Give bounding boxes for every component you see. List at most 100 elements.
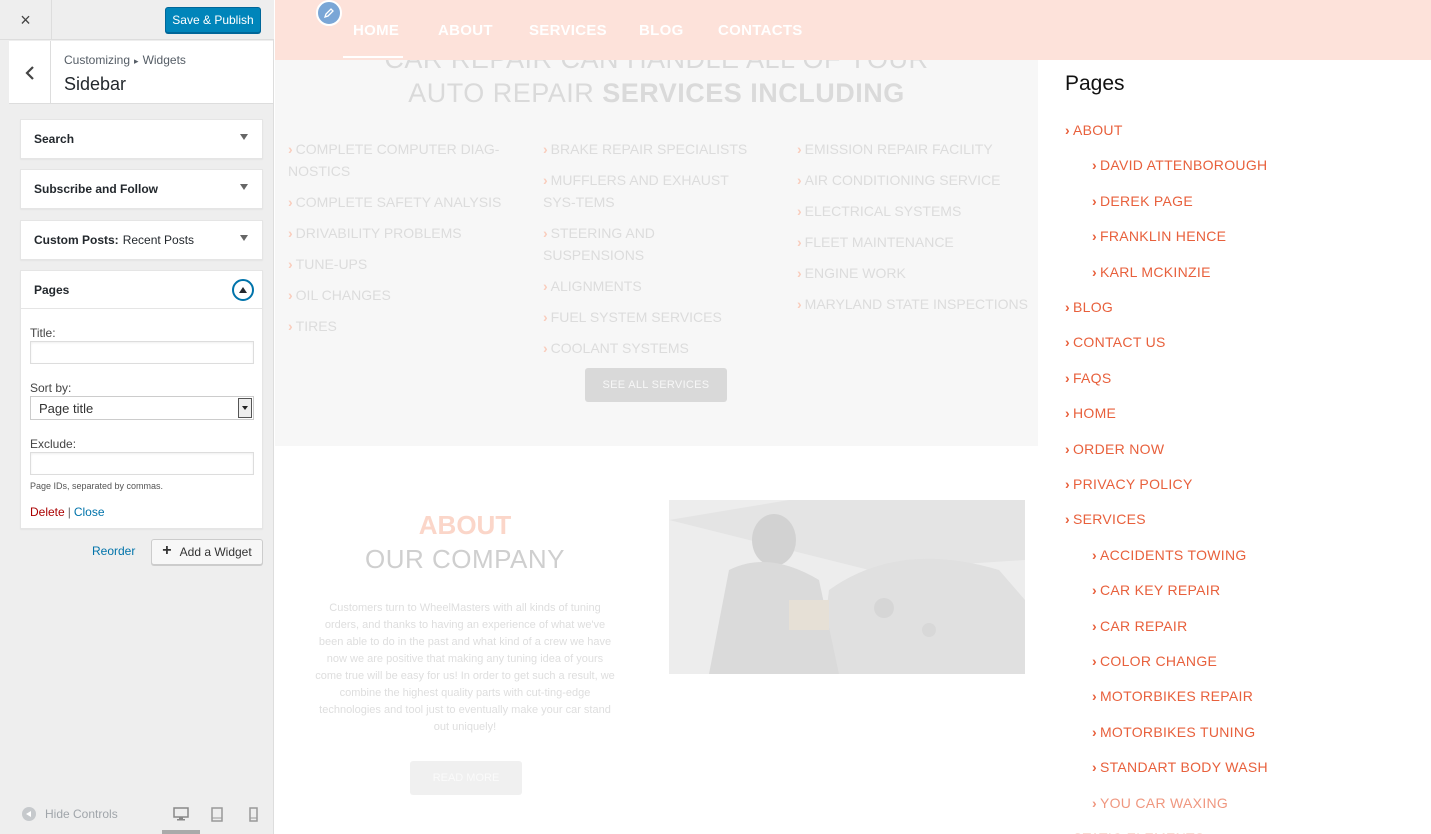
chevron-right-icon: › [1065,122,1070,138]
sidebar-page-link[interactable]: › COLOR CHANGE [1092,653,1217,669]
reorder-link[interactable]: Reorder [92,544,135,558]
page-link-label: ORDER NOW [1072,440,1165,457]
close-link[interactable]: Close [74,505,105,519]
mobile-icon[interactable] [249,807,258,822]
service-item: › COOLANT SYSTEMS [543,340,689,356]
sidebar-pages-title: Pages [1065,72,1125,95]
widget-custom-posts[interactable]: Custom Posts: Recent Posts [20,220,263,260]
nav-home[interactable]: HOME [353,22,399,39]
nav-about[interactable]: ABOUT [438,22,493,39]
services-heading-bold: SERVICES INCLUDING [602,78,905,108]
service-item: › COMPLETE COMPUTER DIAG-NOSTICS [288,141,500,179]
nav-active-indicator [343,56,403,58]
sidebar-page-link[interactable]: › BLOG [1065,299,1113,315]
page-link-label: HOME [1072,405,1117,422]
chevron-right-icon: › [1092,794,1097,811]
service-item: › TUNE-UPS [288,256,368,272]
sidebar-page-link[interactable]: › CAR KEY REPAIR [1092,582,1220,598]
sidebar-page-link[interactable]: › CAR REPAIR [1092,618,1188,634]
page-link-label: MOTORBIKES REPAIR [1099,688,1254,705]
sidebar-page-link[interactable]: › MOTORBIKES TUNING [1092,724,1255,740]
sidebar-page-link[interactable]: › HOME [1065,405,1116,421]
nav-blog[interactable]: BLOG [639,22,684,39]
widget-search[interactable]: Search [20,119,263,159]
sidebar-page-link[interactable]: › YOU CAR WAXING [1092,795,1228,811]
mechanic-photo [669,500,1025,674]
edit-pencil-icon[interactable] [316,0,342,26]
sidebar-page-link[interactable]: › DAVID ATTENBOROUGH [1092,157,1267,173]
breadcrumb-current: Widgets [142,53,186,67]
sidebar-page-link[interactable]: › FAQS [1065,370,1112,386]
site-preview: CAR REPAIR CAN HANDLE ALL OF YOUR AUTO R… [275,0,1431,834]
tablet-icon[interactable] [211,807,223,822]
chevron-right-icon: › [1065,511,1070,528]
plus-icon: + [162,542,172,559]
sidebar-page-link[interactable]: › CONTACT US [1065,334,1166,350]
close-customizer-button[interactable]: × [0,0,52,40]
back-button[interactable] [9,41,51,104]
title-input[interactable] [30,341,254,364]
widget-title-bar[interactable]: Custom Posts: Recent Posts [21,221,262,259]
about-title: ABOUT [418,510,512,540]
about-subtitle: OUR COMPANY [364,544,566,574]
sidebar-page-link[interactable]: › PRIVACY POLICY [1065,476,1193,492]
chevron-right-icon: › [1065,476,1070,492]
sidebar-page-link[interactable]: › ABOUT [1065,122,1123,138]
chevron-right-icon: › [1092,688,1097,705]
chevron-right-icon: › [1092,157,1097,174]
add-widget-button[interactable]: + Add a Widget [151,539,263,565]
chevron-right-icon: › [1092,263,1097,280]
page-link-label: CONTACT US [1072,334,1166,351]
breadcrumb-separator: ▸ [134,56,139,66]
sidebar-page-link[interactable]: › ACCIDENTS TOWING [1092,547,1247,563]
widget-subscribe-follow[interactable]: Subscribe and Follow [20,169,263,209]
service-item: › ALIGNMENTS [543,278,642,294]
read-more-button[interactable]: READ MORE [410,761,522,795]
chevron-right-icon: › [1092,546,1097,563]
sidebar-page-link[interactable]: › MOTORBIKES REPAIR [1092,688,1253,704]
chevron-right-icon: › [1092,759,1097,776]
sidebar-page-link[interactable]: › FRANKLIN HENCE [1092,228,1226,244]
chevron-down-icon[interactable] [238,398,252,418]
caret-down-icon[interactable] [240,134,248,140]
sidebar-page-link[interactable]: › KARL MCKINZIE [1092,264,1211,280]
chevron-right-icon: › [1065,299,1070,315]
widget-title: Pages [34,282,70,297]
see-all-services-button[interactable]: SEE ALL SERVICES [585,368,727,402]
service-item: › ENGINE WORK [797,265,906,281]
chevron-right-icon: › [1092,723,1097,740]
save-publish-button[interactable]: Save & Publish [165,7,261,33]
chevron-right-icon: › [1092,617,1097,634]
sidebar-page-link[interactable]: › ORDER NOW [1065,441,1164,457]
caret-down-icon[interactable] [240,235,248,241]
sidebar-page-link[interactable]: › DEREK PAGE [1092,193,1193,209]
widget-title-bar[interactable]: Subscribe and Follow [21,170,262,208]
service-item: › MUFFLERS AND EXHAUST SYS-TEMS [543,172,729,210]
services-heading-line2: AUTO REPAIR SERVICES INCLUDING [275,77,1038,110]
desktop-icon[interactable] [173,807,189,821]
sidebar-page-link[interactable]: › STANDART BODY WASH [1092,759,1268,775]
sortby-selected-value: Page title [39,400,94,416]
nav-contacts[interactable]: CONTACTS [718,22,803,39]
collapse-toggle-icon[interactable] [232,279,254,301]
page-link-label: STANDART BODY WASH [1099,759,1268,776]
page-link-label: SERVICES [1072,511,1146,528]
services-heading-plain: AUTO REPAIR [408,78,603,108]
page-link-label: BLOG [1072,299,1114,315]
services-section: CAR REPAIR CAN HANDLE ALL OF YOUR AUTO R… [275,0,1038,446]
sidebar-page-link[interactable]: › SERVICES [1065,511,1146,527]
caret-down-icon[interactable] [240,184,248,190]
nav-services[interactable]: SERVICES [529,22,607,39]
sortby-select[interactable]: Page title [30,396,254,420]
sidebar-page-link[interactable]: ›STATIC ELEMENTS [1065,830,1205,834]
widget-title-bar[interactable]: Pages [21,271,262,309]
exclude-input[interactable] [30,452,254,475]
widget-title-bar[interactable]: Search [21,120,262,158]
hide-controls-button[interactable]: Hide Controls [22,807,118,821]
page-link-label: ACCIDENTS TOWING [1099,546,1247,563]
widget-title: Search [34,132,75,146]
chevron-left-icon [24,65,34,80]
delete-link[interactable]: Delete [30,505,65,519]
page-link-label: CAR REPAIR [1099,617,1188,634]
section-title-bar: Customizing ▸ Widgets Sidebar [9,41,273,104]
